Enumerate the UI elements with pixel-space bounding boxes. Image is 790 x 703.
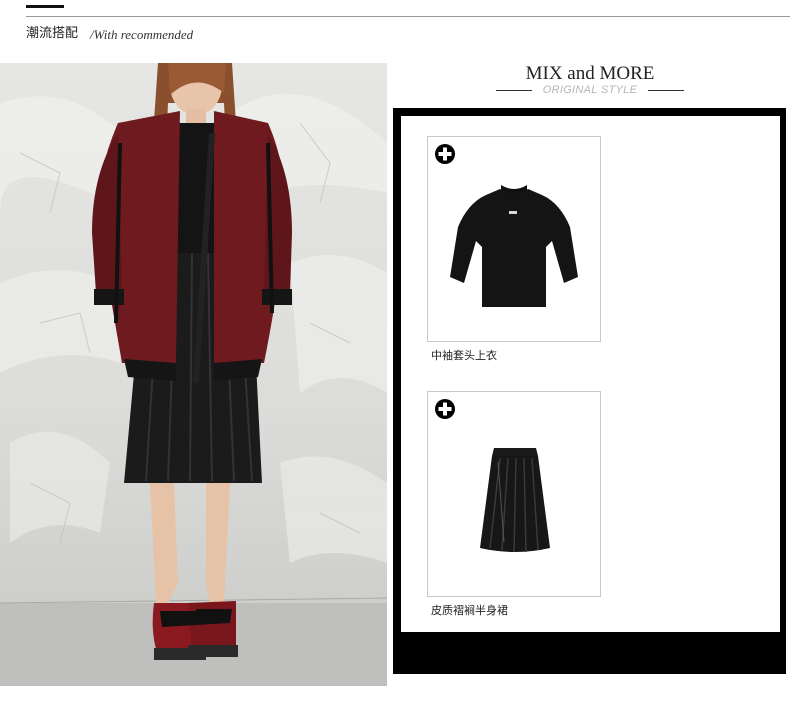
section-subheading: /With recommended <box>90 27 194 42</box>
product-image-sweater <box>450 185 578 307</box>
original-style-subtitle: ORIGINAL STYLE <box>542 84 638 96</box>
product-name-skirt[interactable]: 皮质褶裥半身裙 <box>431 604 508 618</box>
mix-panel-frame: 中袖套头上衣 皮质褶裥半身裙 <box>393 108 786 674</box>
header-divider <box>26 16 790 17</box>
title-rule-left <box>496 90 532 91</box>
header-accent-bar <box>26 5 64 8</box>
title-rule-right <box>648 90 684 91</box>
section-heading: 潮流搭配 <box>26 26 79 41</box>
mix-panel: 中袖套头上衣 皮质褶裥半身裙 <box>401 116 780 632</box>
plus-circle-icon[interactable] <box>434 143 456 165</box>
product-card-top[interactable] <box>427 136 601 342</box>
plus-circle-icon[interactable] <box>434 398 456 420</box>
product-card-skirt[interactable] <box>427 391 601 597</box>
product-name-top[interactable]: 中袖套头上衣 <box>431 349 497 363</box>
product-image-skirt <box>480 448 550 553</box>
model-photo <box>0 63 387 686</box>
mix-and-more-title: MIX and MORE <box>525 63 655 84</box>
